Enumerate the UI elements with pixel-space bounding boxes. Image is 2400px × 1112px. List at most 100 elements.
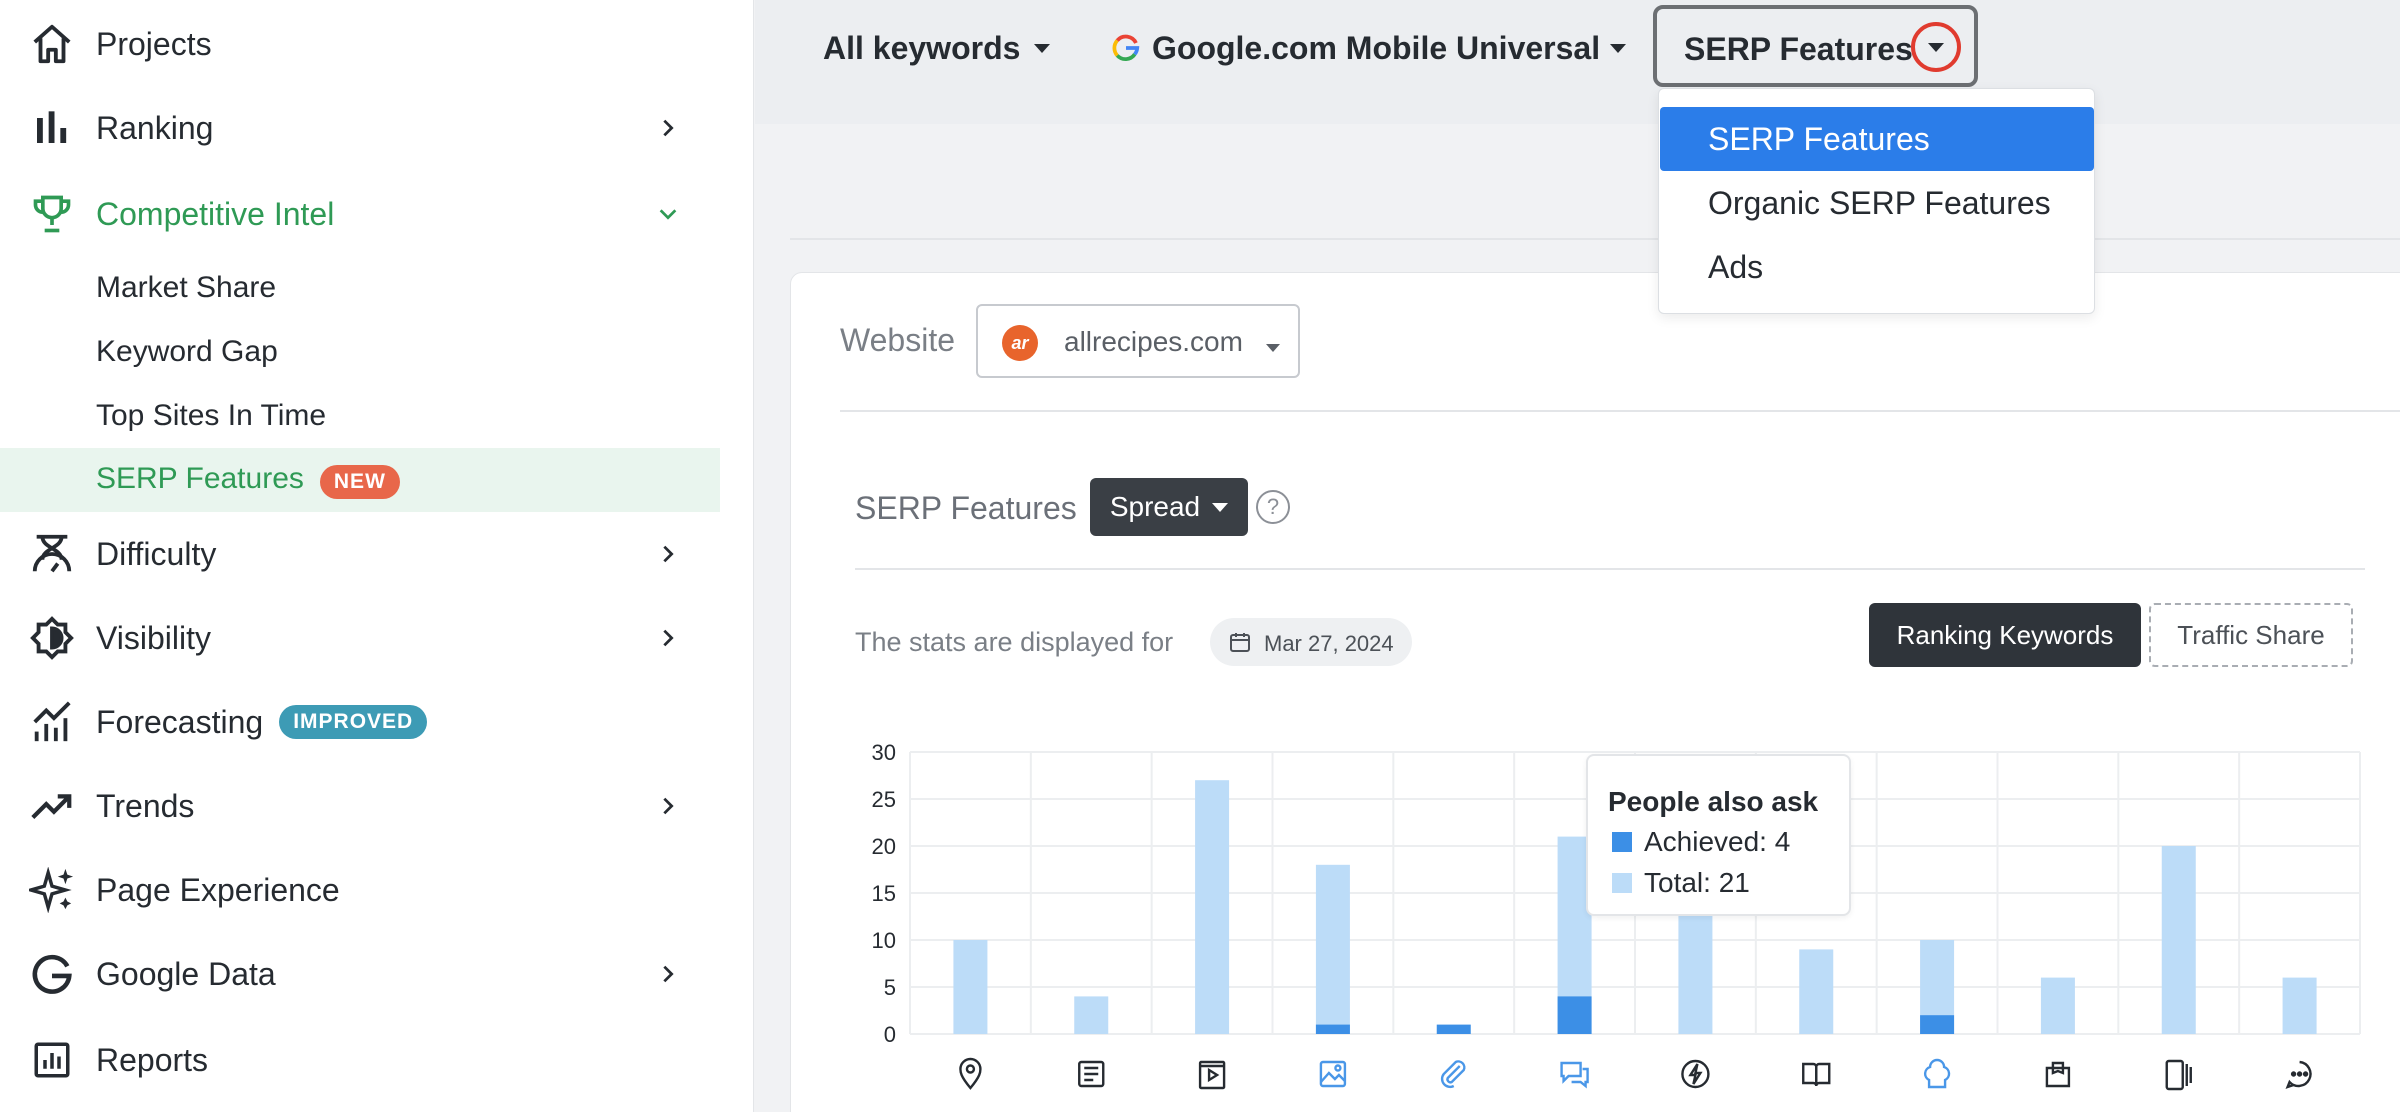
keywords-filter-label: All keywords: [823, 29, 1021, 66]
serp-features-dropdown: SERP Features Organic SERP Features Ads: [1658, 88, 2095, 314]
sidebar-subitem-market-share[interactable]: Market Share: [0, 256, 720, 320]
sidebar-subitem-label-text: SERP Features: [96, 461, 304, 495]
tooltip-total-row: Total: 21: [1612, 867, 1750, 899]
new-badge: NEW: [319, 464, 400, 499]
difficulty-icon: [28, 530, 76, 578]
sidebar-item-label: Page Experience: [96, 871, 340, 908]
sidebar-subitem-label: SERP Features NEW: [96, 462, 400, 499]
sidebar-item-projects[interactable]: Projects: [0, 2, 720, 86]
y-tick-label: 10: [872, 928, 896, 953]
bar-achieved: [1436, 1024, 1471, 1034]
bar-total: [1074, 996, 1109, 1034]
serp-features-filter[interactable]: SERP Features: [1653, 5, 1978, 87]
bar-achieved: [1315, 1024, 1350, 1034]
y-tick-label: 15: [872, 881, 896, 906]
section-title: SERP Features: [855, 490, 1077, 526]
help-icon[interactable]: ?: [1256, 490, 1290, 524]
bar-total: [1799, 949, 1834, 1034]
bar-total: [2282, 977, 2317, 1034]
chevron-right-icon: [652, 790, 684, 822]
sidebar-item-ranking[interactable]: Ranking: [0, 86, 720, 170]
trend-line-icon: [28, 782, 76, 830]
chevron-right-icon: [652, 622, 684, 654]
news-icon: [1078, 1060, 1105, 1088]
sidebar-subitem-top-sites-in-time[interactable]: Top Sites In Time: [0, 384, 720, 448]
date-text: Mar 27, 2024: [1264, 631, 1394, 656]
traffic-share-button[interactable]: Traffic Share: [2149, 603, 2353, 667]
sidebar-item-reports[interactable]: Reports: [0, 1018, 720, 1102]
sidebar-subitem-keyword-gap[interactable]: Keyword Gap: [0, 320, 720, 384]
google-icon: [28, 950, 76, 998]
caret-down-icon: [1266, 344, 1280, 352]
chevron-right-icon: [652, 112, 684, 144]
improved-badge: IMPROVED: [279, 705, 428, 739]
divider: [855, 568, 2365, 570]
y-tick-label: 5: [884, 975, 896, 1000]
ranking-keywords-button[interactable]: Ranking Keywords: [1869, 603, 2141, 667]
tooltip-title: People also ask: [1608, 786, 1819, 817]
sidebar: Projects Ranking Competitive Intel Marke…: [0, 0, 754, 1112]
dropdown-option-ads[interactable]: Ads: [1660, 235, 2094, 299]
sidebar-subitem-serp-features[interactable]: SERP Features NEW: [0, 448, 720, 512]
video-icon: [1198, 1060, 1226, 1090]
spread-dropdown-button[interactable]: Spread: [1090, 478, 1248, 536]
sidebar-item-label: Forecasting IMPROVED: [96, 703, 428, 741]
site-name: allrecipes.com: [1064, 326, 1243, 357]
sidebar-item-trends[interactable]: Trends: [0, 764, 720, 848]
google-logo-icon: [1110, 32, 1142, 64]
bar-total: [2161, 846, 2196, 1034]
reports-icon: [28, 1036, 76, 1084]
website-select[interactable]: ar allrecipes.com: [976, 304, 1300, 378]
y-tick-label: 20: [872, 834, 896, 859]
sidebar-item-label: Google Data: [96, 955, 276, 992]
local-pack-icon: [959, 1057, 982, 1090]
shopping-icon: [2045, 1061, 2071, 1088]
divider: [840, 410, 2400, 412]
bar-chart-icon: [28, 104, 76, 152]
spread-label: Spread: [1109, 491, 1201, 522]
sidebar-item-label: Reports: [96, 1041, 209, 1078]
sidebar-item-difficulty[interactable]: Difficulty: [0, 512, 720, 596]
highlight-circle: [1911, 22, 1961, 72]
sidebar-item-page-experience[interactable]: Page Experience: [0, 848, 720, 932]
amp-icon: [1681, 1059, 1710, 1089]
y-tick-label: 30: [872, 740, 896, 765]
search-engine-filter[interactable]: Google.com Mobile Universal: [1110, 20, 1627, 76]
chart-tooltip: People also ask Achieved: 4 Total: 21: [1586, 754, 1851, 916]
sidebar-item-label: Projects: [96, 25, 212, 62]
divider: [790, 238, 2400, 240]
sidebar-subitem-label: Market Share: [96, 271, 277, 304]
sidebar-item-forecasting[interactable]: Forecasting IMPROVED: [0, 680, 720, 764]
chevron-right-icon: [652, 958, 684, 990]
tooltip-total: Total: 21: [1644, 867, 1750, 898]
site-logo: ar: [1002, 325, 1038, 361]
sidebar-item-label: Visibility: [96, 619, 211, 656]
sidebar-item-competitive-intel[interactable]: Competitive Intel: [0, 172, 720, 256]
images-icon: [1319, 1060, 1347, 1088]
trophy-icon: [28, 190, 76, 238]
home-icon: [28, 20, 76, 68]
sidebar-item-label: Competitive Intel: [96, 195, 335, 232]
caret-down-icon: [1034, 43, 1051, 53]
sidebar-subitem-label: Keyword Gap: [96, 335, 278, 368]
serp-features-filter-label: SERP Features: [1684, 31, 1913, 67]
dropdown-option-serp-features[interactable]: SERP Features: [1660, 107, 2094, 171]
chevron-right-icon: [652, 538, 684, 570]
sidebar-item-label: Difficulty: [96, 535, 217, 572]
sidebar-item-label-text: Forecasting: [96, 703, 264, 740]
sidebar-item-label: Ranking: [96, 109, 214, 146]
bar-total: [1195, 780, 1230, 1034]
bar-total: [953, 940, 988, 1034]
stats-text: The stats are displayed for: [855, 627, 1174, 657]
dropdown-option-organic-serp-features[interactable]: Organic SERP Features: [1660, 171, 2094, 235]
keywords-filter[interactable]: All keywords: [823, 20, 1051, 76]
sidebar-item-visibility[interactable]: Visibility: [0, 596, 720, 680]
knowledge-panel-icon: [1802, 1062, 1831, 1087]
recipes-icon: [1923, 1058, 1951, 1089]
bar-total: [1678, 911, 1713, 1034]
people-also-ask-icon: [1560, 1061, 1589, 1089]
date-chip[interactable]: Mar 27, 2024: [1210, 618, 1412, 666]
sidebar-item-google-data[interactable]: Google Data: [0, 932, 720, 1016]
tooltip-achieved: Achieved: 4: [1644, 826, 1791, 857]
y-tick-label: 25: [872, 787, 896, 812]
